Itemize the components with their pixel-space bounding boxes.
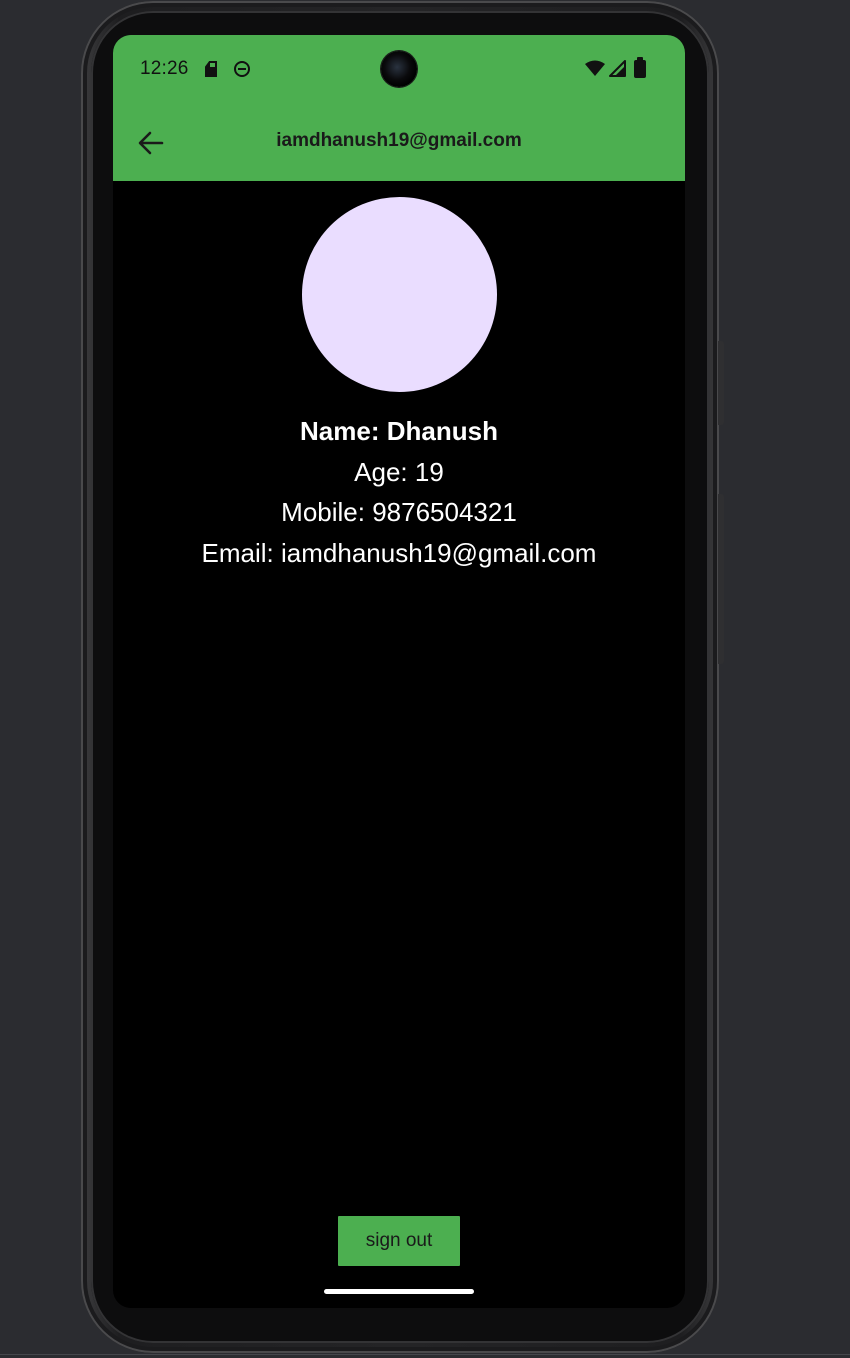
battery-icon xyxy=(634,57,646,78)
avatar xyxy=(302,197,497,392)
device-screen: 12:26 iamdhanush19@gmail.com Name: Dhanu… xyxy=(113,35,685,1308)
status-time: 12:26 xyxy=(140,58,189,79)
profile-info: Name: Dhanush Age: 19 Mobile: 9876504321… xyxy=(113,411,685,573)
signal-icon xyxy=(609,60,626,77)
sd-card-icon xyxy=(205,61,217,77)
profile-name: Name: Dhanush xyxy=(300,416,498,446)
power-button[interactable] xyxy=(718,341,724,425)
status-bar: 12:26 xyxy=(113,35,685,105)
profile-age: Age: 19 xyxy=(354,456,444,487)
volume-button[interactable] xyxy=(718,494,724,664)
profile-mobile: Mobile: 9876504321 xyxy=(281,497,517,527)
back-button[interactable] xyxy=(133,125,169,161)
desktop-divider xyxy=(0,1354,850,1355)
profile-email: Email: iamdhanush19@gmail.com xyxy=(201,537,597,568)
app-bar: iamdhanush19@gmail.com xyxy=(113,105,685,181)
home-indicator[interactable] xyxy=(324,1289,474,1294)
front-camera xyxy=(381,51,417,87)
wifi-icon xyxy=(585,60,605,76)
page-title: iamdhanush19@gmail.com xyxy=(276,130,522,151)
sign-out-button[interactable]: sign out xyxy=(338,1216,460,1266)
android-debug-icon xyxy=(234,61,250,77)
arrow-left-icon xyxy=(138,131,164,155)
